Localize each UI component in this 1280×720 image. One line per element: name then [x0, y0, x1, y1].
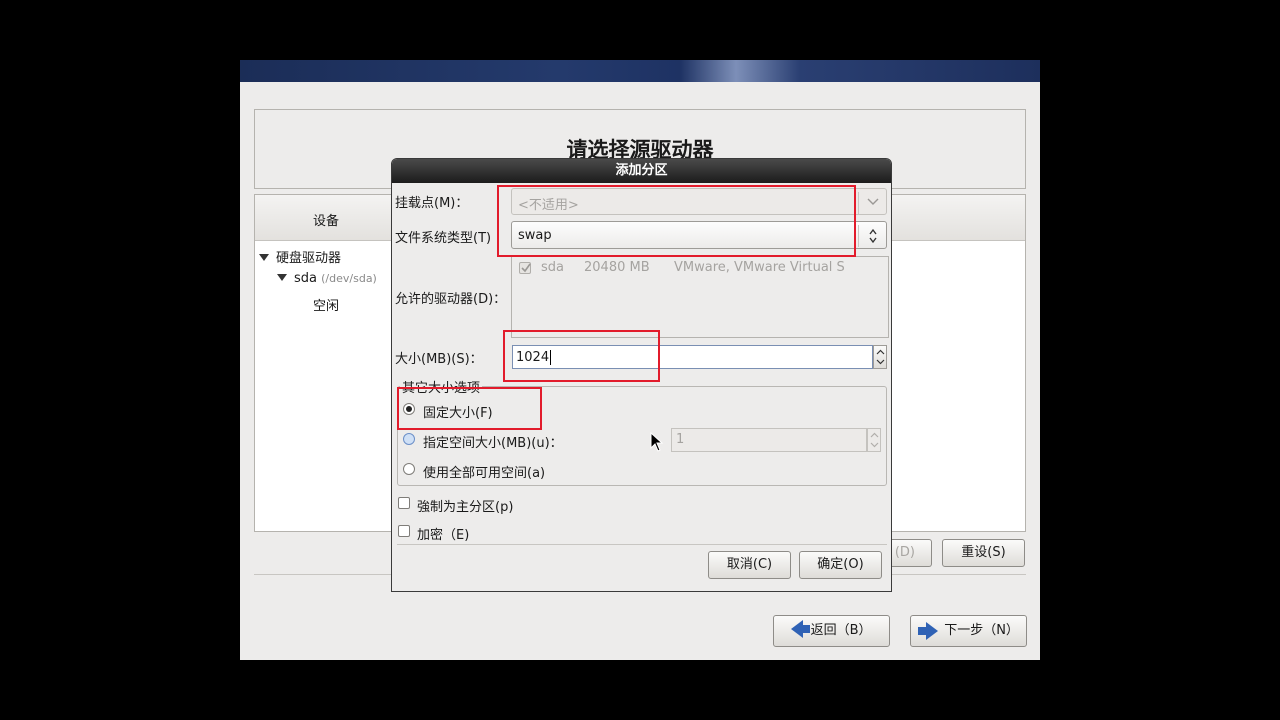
mouse-cursor-icon — [650, 432, 664, 452]
tree-row-sda[interactable]: sda (/dev/sda) — [277, 271, 377, 286]
combo-separator — [858, 225, 859, 247]
size-stepper[interactable] — [873, 345, 887, 369]
back-button-label: 返回（B） — [810, 623, 872, 638]
encrypt-option[interactable]: 加密（E) — [398, 524, 498, 543]
fill-all-radio[interactable] — [403, 463, 415, 475]
expander-icon[interactable] — [259, 254, 269, 261]
allowed-drives-label: 允许的驱动器(D)： — [395, 292, 507, 307]
dialog-title[interactable]: 添加分区 — [392, 159, 891, 183]
stepper-arrows-icon[interactable] — [870, 432, 879, 449]
drive-name: sda — [541, 260, 564, 275]
installer-banner — [240, 60, 1040, 82]
checkmark-icon — [521, 263, 531, 273]
highlight-box-fixed-size — [397, 387, 542, 430]
fill-up-to-stepper[interactable] — [867, 428, 881, 452]
free-space-label: 空闲 — [313, 299, 340, 314]
fill-up-to-label: 指定空间大小(MB)(u)： — [423, 436, 563, 451]
cancel-button-label: 取消(C) — [726, 557, 773, 572]
fill-all-option[interactable]: 使用全部可用空间(a) — [403, 462, 573, 481]
combo-separator — [858, 192, 859, 214]
cancel-button[interactable]: 取消(C) — [708, 551, 791, 579]
disk-path: (/dev/sda) — [321, 272, 377, 285]
ok-button-label: 确定(O) — [817, 557, 864, 572]
drive-checkbox[interactable] — [519, 262, 531, 274]
back-button[interactable]: 返回（B） — [773, 615, 890, 647]
highlight-box-size — [503, 330, 660, 382]
next-button-label: 下一步（N） — [944, 623, 1019, 638]
fill-all-label: 使用全部可用空间(a) — [423, 466, 546, 481]
tree-group-label: 硬盘驱动器 — [276, 251, 342, 266]
tree-row-hard-drives[interactable]: 硬盘驱动器 — [259, 247, 341, 266]
force-primary-checkbox[interactable] — [398, 497, 410, 509]
chevron-down-icon[interactable] — [867, 198, 879, 206]
fill-up-to-radio[interactable] — [403, 433, 415, 445]
drive-row[interactable]: sda 20480 MB VMware, VMware Virtual S — [512, 257, 888, 279]
highlight-box-fs-type — [497, 185, 856, 257]
back-arrow-icon — [791, 620, 811, 638]
fill-up-to-input[interactable]: 1 — [671, 428, 867, 452]
drive-size: 20480 MB — [584, 260, 650, 275]
next-arrow-icon — [918, 622, 939, 640]
fill-up-to-option[interactable]: 指定空间大小(MB)(u)： — [403, 432, 583, 451]
allowed-drives-list[interactable]: sda 20480 MB VMware, VMware Virtual S — [511, 256, 889, 338]
delete-button-label: (D) — [894, 545, 915, 560]
encrypt-checkbox[interactable] — [398, 525, 410, 537]
ok-button[interactable]: 确定(O) — [799, 551, 882, 579]
fill-up-to-value: 1 — [676, 432, 685, 447]
next-button[interactable]: 下一步（N） — [910, 615, 1027, 647]
dialog-separator — [397, 544, 887, 545]
disk-name: sda — [294, 271, 317, 286]
reset-button-label: 重设(S) — [961, 545, 1006, 560]
reset-button[interactable]: 重设(S) — [942, 539, 1025, 567]
drive-model: VMware, VMware Virtual S — [674, 260, 845, 275]
device-column-label: 设备 — [313, 214, 340, 229]
force-primary-label: 強制为主分区(p) — [417, 500, 514, 515]
updown-arrows-icon[interactable] — [868, 228, 878, 244]
stepper-arrows-icon[interactable] — [876, 349, 885, 366]
size-label: 大小(MB)(S)： — [395, 352, 483, 367]
fs-type-label: 文件系统类型(T) — [395, 231, 492, 246]
expander-icon[interactable] — [277, 274, 287, 281]
force-primary-option[interactable]: 強制为主分区(p) — [398, 496, 538, 515]
tree-row-free[interactable]: 空闲 — [313, 295, 339, 314]
encrypt-label: 加密（E) — [417, 528, 470, 543]
mount-point-label: 挂载点(M)： — [395, 196, 469, 211]
